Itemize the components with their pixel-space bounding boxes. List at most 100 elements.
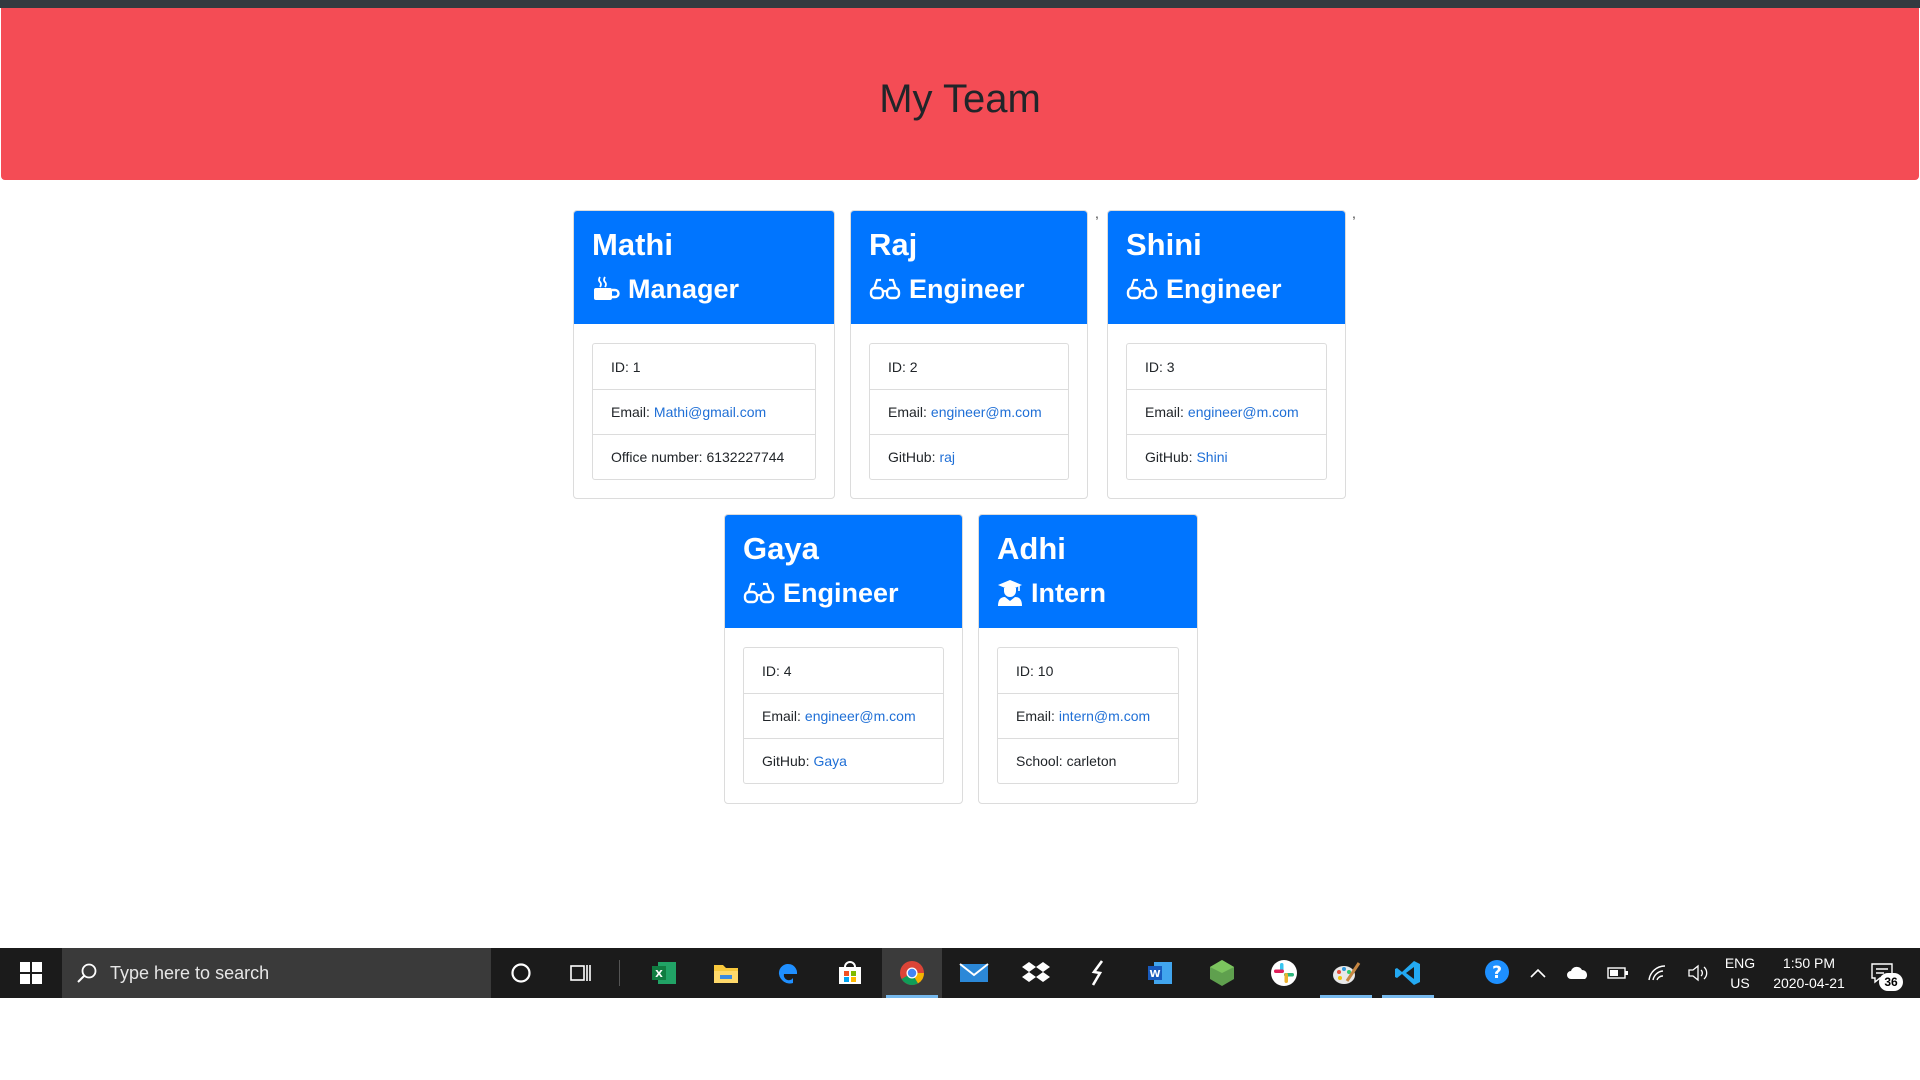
wifi-icon (1648, 965, 1666, 981)
clock[interactable]: 1:50 PM 2020-04-21 (1766, 953, 1852, 993)
email-item: Email: engineer@m.com (870, 389, 1068, 434)
word-icon: W (1148, 962, 1172, 984)
cortana-button[interactable] (491, 948, 551, 998)
card-header: Adhi Intern (979, 515, 1197, 628)
file-explorer-icon (714, 965, 738, 983)
search-icon (77, 963, 97, 983)
speaker-icon (1688, 964, 1708, 982)
slack-button[interactable] (1254, 948, 1314, 998)
clock-time: 1:50 PM (1782, 955, 1836, 971)
file-explorer-button[interactable] (696, 948, 756, 998)
email-link[interactable]: Mathi@gmail.com (654, 404, 766, 420)
paint-icon (1333, 962, 1361, 984)
page-header: My Team (1, 8, 1919, 180)
employee-role: Engineer (1126, 267, 1327, 311)
details-list: ID: 4 Email: engineer@m.com GitHub: Gaya (743, 647, 944, 784)
employee-card-mathi: Mathi Manager ID: 1 Email: Mathi@gmail.co… (573, 210, 835, 499)
employee-name: Shini (1126, 227, 1202, 262)
email-link[interactable]: engineer@m.com (1188, 404, 1299, 420)
sublime-button[interactable] (1068, 948, 1128, 998)
vscode-button[interactable] (1378, 948, 1438, 998)
dropbox-icon (1022, 962, 1050, 982)
nodejs-icon (1210, 960, 1234, 986)
vscode-icon (1395, 961, 1420, 985)
chrome-button[interactable] (882, 948, 942, 998)
employee-name: Mathi (592, 227, 673, 262)
github-item: GitHub: Gaya (744, 738, 943, 783)
blank-area (0, 998, 1920, 1080)
details-list: ID: 10 Email: intern@m.com School: carlet… (997, 647, 1179, 784)
windows-logo-icon (20, 962, 42, 984)
id-item: ID: 3 (1145, 358, 1175, 375)
employee-card-gaya: Gaya Engineer ID: 4 Email: engineer@m.com… (724, 514, 963, 804)
details-list: ID: 3 Email: engineer@m.com GitHub: Shini (1126, 343, 1327, 480)
edge-button[interactable] (758, 948, 818, 998)
svg-text:W: W (1149, 969, 1160, 980)
employee-role: Intern (997, 571, 1179, 615)
chrome-icon (900, 961, 924, 986)
id-item: ID: 2 (888, 358, 918, 375)
details-list: ID: 1 Email: Mathi@gmail.com Office numbe… (592, 343, 816, 480)
id-item: ID: 4 (762, 662, 792, 679)
action-center-button[interactable] (1858, 948, 1906, 998)
email-link[interactable]: engineer@m.com (805, 708, 916, 724)
taskbar-separator (619, 960, 620, 986)
word-button[interactable]: W (1130, 948, 1190, 998)
employee-role: Engineer (743, 571, 944, 615)
sublime-icon (1091, 960, 1104, 986)
github-link[interactable]: raj (939, 449, 955, 465)
cloud-icon (1567, 966, 1587, 979)
mail-button[interactable] (944, 948, 1004, 998)
taskbar-search-box[interactable]: Type here to search (62, 948, 491, 998)
card-header: Shini Engineer (1108, 211, 1345, 324)
svg-text:?: ? (1492, 963, 1502, 983)
office-number-item: Office number: 6132227744 (593, 434, 815, 479)
onedrive-button[interactable] (1556, 948, 1600, 998)
help-icon: ? (1485, 960, 1509, 984)
glasses-icon (869, 278, 901, 300)
paint-button[interactable] (1316, 948, 1376, 998)
page-title: My Team (879, 76, 1041, 121)
employee-name: Adhi (997, 531, 1066, 566)
email-item: Email: intern@m.com (998, 693, 1178, 738)
email-item: Email: engineer@m.com (744, 693, 943, 738)
card-header: Raj Engineer (851, 211, 1087, 324)
mail-icon (959, 963, 989, 982)
excel-icon: X (652, 962, 676, 984)
employee-name: Raj (869, 227, 918, 262)
battery-icon (1607, 967, 1628, 979)
email-item: Email: Mathi@gmail.com (593, 389, 815, 434)
nodejs-button[interactable] (1192, 948, 1252, 998)
id-item: ID: 1 (611, 358, 641, 375)
clock-date: 2020-04-21 (1773, 975, 1845, 991)
cortana-icon (511, 963, 531, 983)
email-link[interactable]: intern@m.com (1059, 708, 1150, 724)
email-link[interactable]: engineer@m.com (931, 404, 1042, 420)
store-button[interactable] (820, 948, 880, 998)
network-button[interactable] (1636, 948, 1680, 998)
employee-role: Engineer (869, 267, 1069, 311)
store-icon (839, 961, 861, 984)
dropbox-button[interactable] (1006, 948, 1066, 998)
excel-button[interactable]: X (634, 948, 694, 998)
start-button[interactable] (0, 948, 62, 998)
employee-card-raj: Raj Engineer ID: 2 Email: engineer@m.com … (850, 210, 1088, 499)
stray-comma: , (1095, 205, 1099, 221)
task-view-button[interactable] (551, 948, 611, 998)
chevron-up-icon (1530, 968, 1546, 978)
coffee-mug-icon (594, 276, 620, 300)
volume-button[interactable] (1676, 948, 1720, 998)
github-link[interactable]: Gaya (813, 753, 846, 769)
battery-button[interactable] (1596, 948, 1640, 998)
stray-comma: , (1352, 205, 1356, 221)
search-placeholder: Type here to search (110, 962, 270, 983)
show-hidden-icons-button[interactable] (1516, 948, 1560, 998)
github-link[interactable]: Shini (1196, 449, 1227, 465)
task-view-icon (570, 965, 591, 981)
input-language-indicator[interactable]: ENG US (1720, 953, 1760, 993)
graduate-icon (998, 580, 1022, 606)
github-item: GitHub: Shini (1127, 434, 1326, 479)
glasses-icon (1126, 278, 1158, 300)
card-header: Mathi Manager (574, 211, 834, 324)
employee-role: Manager (592, 267, 816, 311)
